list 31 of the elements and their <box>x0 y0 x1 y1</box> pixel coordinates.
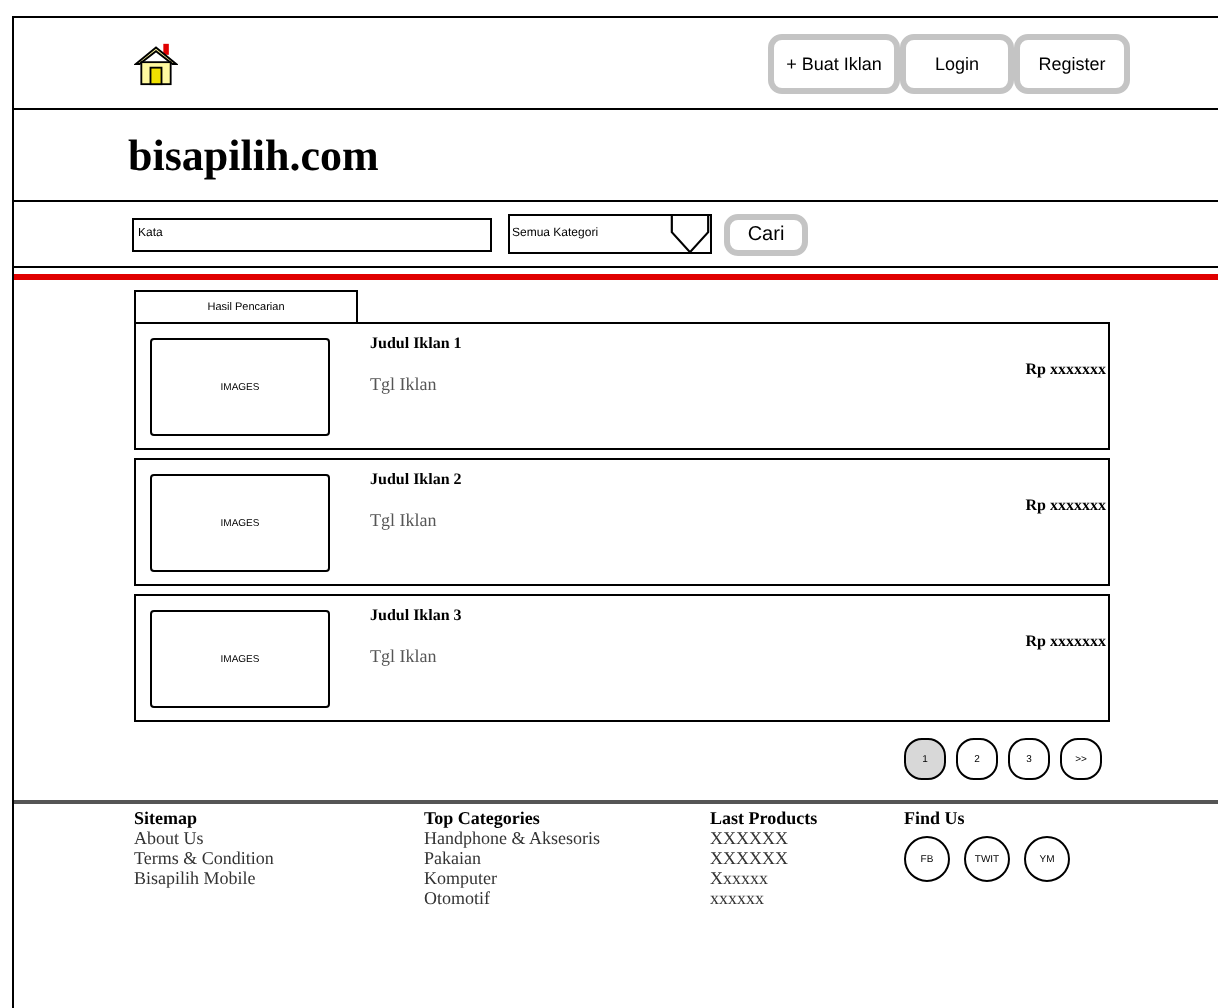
listing-price: Rp xxxxxxx <box>1025 630 1108 654</box>
footer-heading: Find Us <box>904 808 967 828</box>
footer-link[interactable]: About Us <box>134 828 424 848</box>
footer-link[interactable]: Terms & Condition <box>134 848 424 868</box>
header-button[interactable]: + Buat Iklan <box>768 33 900 93</box>
header-button[interactable]: Register <box>1014 33 1130 93</box>
footer-link[interactable]: xxxxxx <box>710 888 904 908</box>
footer-link[interactable]: Komputer <box>424 868 710 888</box>
site-logo[interactable]: bisapilih.com <box>128 129 379 181</box>
footer-heading: Sitemap <box>134 808 199 828</box>
caret-icon <box>668 214 712 254</box>
footer-link[interactable]: XXXXXX <box>710 848 904 868</box>
footer-link[interactable]: Handphone & Aksesoris <box>424 828 710 848</box>
footer-heading: Top Categories <box>424 808 542 828</box>
listing-title[interactable]: Judul Iklan 1 <box>370 334 870 352</box>
listing-price: Rp xxxxxxx <box>1025 358 1108 382</box>
header-button[interactable]: Login <box>900 33 1014 93</box>
listing-date: Tgl Iklan <box>370 646 439 666</box>
search-button[interactable]: Cari <box>724 213 808 255</box>
footer-link[interactable]: Bisapilih Mobile <box>134 868 424 888</box>
home-icon[interactable] <box>134 41 178 85</box>
footer-link[interactable]: Xxxxxx <box>710 868 904 888</box>
listing-date: Tgl Iklan <box>370 510 439 530</box>
listing-date: Tgl Iklan <box>370 374 439 394</box>
footer-heading: Last Products <box>710 808 820 828</box>
listing-title[interactable]: Judul Iklan 3 <box>370 606 870 624</box>
footer-link[interactable]: Otomotif <box>424 888 710 908</box>
footer-link[interactable]: XXXXXX <box>710 828 904 848</box>
listing-price: Rp xxxxxxx <box>1025 494 1108 518</box>
footer-link[interactable]: Pakaian <box>424 848 710 868</box>
listing-title[interactable]: Judul Iklan 2 <box>370 470 870 488</box>
